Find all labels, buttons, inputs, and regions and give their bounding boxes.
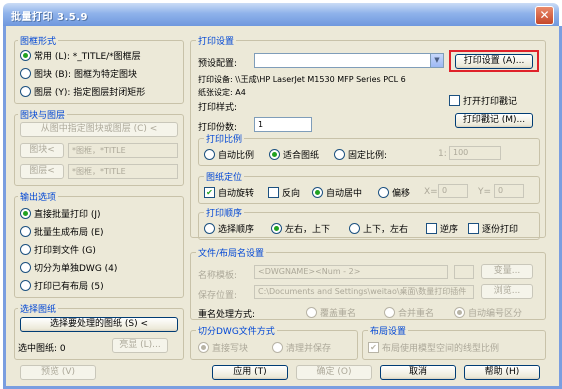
browse-button[interactable]: 浏览... — [481, 284, 533, 299]
preset-combo[interactable]: ▼ — [254, 53, 444, 68]
output-print-to-file-radio[interactable]: 打印到文件 (G) — [20, 243, 96, 256]
highlight-box — [449, 50, 539, 72]
offset-x-field[interactable]: 0 — [438, 184, 468, 198]
chevron-down-icon[interactable]: ▼ — [430, 54, 443, 67]
print-stamp-button[interactable]: 打印戳记 (M)... — [455, 113, 533, 128]
printer-device-line: 打印设备: \\王成\HP LaserJet M1530 MFP Series … — [198, 75, 406, 84]
position-offset-radio[interactable]: 偏移 — [378, 186, 410, 199]
frame-shape-layer-radio[interactable]: 图层 (Y): 指定图层封闭矩形 — [20, 85, 145, 98]
cancel-button[interactable]: 取消 — [380, 365, 456, 380]
paper-setting-line: 纸张设定: A4 — [198, 88, 246, 97]
block-names-field[interactable]: *图框，*TITLE — [68, 143, 178, 158]
rename-overwrite-radio[interactable]: 覆盖重名 — [306, 306, 356, 319]
pick-from-drawing-button[interactable]: 从图中指定图块或图层 (C) < — [20, 122, 178, 137]
output-direct-print-radio[interactable]: 直接批量打印 (J) — [20, 207, 101, 220]
layout-linetype-checkbox[interactable]: ✔ 布局使用模型空间的线型比例 — [368, 341, 499, 354]
dwg-split-legend: 切分DWG文件方式 — [196, 324, 277, 337]
rename-merge-radio[interactable]: 合并重名 — [384, 306, 434, 319]
open-stamp-checkbox[interactable]: 打开打印戳记 — [449, 94, 517, 107]
name-template-field[interactable]: <DWGNAME><Num - 2> — [254, 265, 448, 279]
layer-names-field[interactable]: *图框，*TITLE — [68, 164, 178, 179]
preset-label: 预设配置: — [198, 59, 238, 69]
save-location-field[interactable]: C:\Documents and Settings\weitao\桌面\数量打印… — [254, 285, 474, 299]
split-write-block-radio[interactable]: 直接写块 — [198, 341, 248, 354]
title-bar[interactable]: 批量打印 3.5.9 ✕ — [3, 3, 559, 26]
scale-auto-radio[interactable]: 自动比例 — [204, 148, 254, 161]
split-clean-save-radio[interactable]: 清理并保存 — [272, 341, 331, 354]
preview-button[interactable]: 预览 (V) — [20, 365, 96, 380]
offset-x-label: X= — [424, 187, 438, 197]
selected-count-label: 选中图纸: 0 — [18, 344, 66, 354]
apply-button[interactable]: 应用 (T) — [212, 365, 288, 380]
variable-button[interactable]: 变量... — [481, 264, 533, 279]
order-selection-radio[interactable]: 选择顺序 — [204, 222, 254, 235]
name-template-extra-field[interactable] — [454, 265, 474, 279]
frame-shape-legend: 图框形式 — [18, 34, 59, 47]
ok-button[interactable]: 确定 (O) — [296, 365, 372, 380]
rename-mode-label: 重名处理方式: — [198, 310, 256, 320]
print-style-label: 打印样式: — [198, 103, 238, 113]
select-sheets-button[interactable]: 选择要处理的图纸 (S) < — [20, 317, 178, 332]
name-template-label: 名称模板: — [198, 271, 238, 281]
layout-settings-legend: 布局设置 — [368, 324, 409, 337]
close-icon[interactable]: ✕ — [535, 6, 554, 25]
position-center-radio[interactable]: 自动居中 — [312, 186, 362, 199]
block-layer-legend: 图块与图层 — [18, 108, 68, 121]
output-split-dwg-radio[interactable]: 切分为单独DWG (4) — [20, 261, 117, 274]
help-button[interactable]: 帮助 (H) — [464, 365, 540, 380]
frame-shape-block-radio[interactable]: 图块 (B): 图框为特定图块 — [20, 67, 137, 80]
output-existing-layout-radio[interactable]: 打印已有布局 (5) — [20, 279, 104, 292]
print-scale-legend: 打印比例 — [204, 132, 245, 145]
rename-auto-number-radio[interactable]: 自动编号区分 — [454, 306, 522, 319]
print-settings-legend: 打印设置 — [196, 34, 237, 47]
each-copy-checkbox[interactable]: 逐份打印 — [468, 222, 518, 235]
window-title: 批量打印 3.5.9 — [11, 12, 88, 23]
auto-rotate-checkbox[interactable]: ✔ 自动旋转 — [204, 186, 254, 199]
scale-fixed-radio[interactable]: 固定比例: — [334, 148, 387, 161]
file-layout-legend: 文件/布局名设置 — [196, 246, 267, 259]
output-options-legend: 输出选项 — [18, 190, 59, 203]
scale-fit-radio[interactable]: 适合图纸 — [269, 148, 319, 161]
reverse-order-checkbox[interactable]: 逆序 — [426, 222, 458, 235]
output-gen-layout-radio[interactable]: 批量生成布局 (E) — [20, 225, 104, 238]
order-tb-lr-radio[interactable]: 上下，左右 — [349, 222, 408, 235]
reverse-checkbox[interactable]: 反向 — [268, 186, 300, 199]
block-pick-button[interactable]: 图块< — [20, 143, 64, 158]
layer-pick-button[interactable]: 图层< — [20, 164, 64, 179]
order-lr-tb-radio[interactable]: 左右，上下 — [271, 222, 330, 235]
scale-ratio-label: 1: — [438, 149, 447, 159]
frame-shape-common-radio[interactable]: 常用 (L): *_TITLE/*图框层 — [20, 49, 141, 62]
offset-y-field[interactable]: 0 — [494, 184, 524, 198]
dialog-client: 图框形式 常用 (L): *_TITLE/*图框层 图块 (B): 图框为特定图… — [3, 26, 562, 389]
offset-y-label: Y= — [478, 187, 492, 197]
highlight-button[interactable]: 亮显 (L)... — [112, 338, 168, 353]
paper-position-legend: 图纸定位 — [204, 170, 245, 183]
select-sheets-legend: 选择图纸 — [18, 302, 59, 315]
print-order-legend: 打印顺序 — [204, 206, 245, 219]
save-location-label: 保存位置: — [198, 291, 238, 301]
scale-ratio-field[interactable]: 100 — [449, 146, 501, 160]
copies-field[interactable]: 1 — [254, 117, 312, 132]
dialog-window: 批量打印 3.5.9 ✕ 图框形式 常用 (L): *_TITLE/*图框层 图… — [0, 0, 562, 389]
